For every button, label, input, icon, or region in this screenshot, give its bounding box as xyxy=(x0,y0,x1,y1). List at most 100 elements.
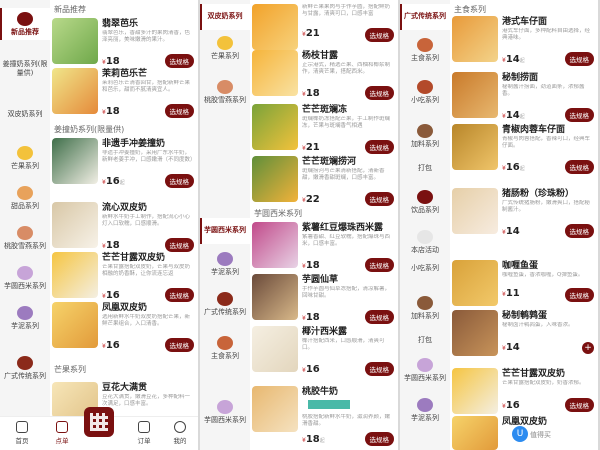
dessert-icon xyxy=(17,186,33,200)
category-item[interactable]: 芒果系列 xyxy=(200,36,250,61)
product-price: ¥14 xyxy=(502,226,520,237)
add-to-cart-button[interactable]: + xyxy=(582,342,594,354)
product-desc: 斑斓捞河与芒果清新搭配，清新香甜，嫩滑香甜斑斓，口感丰富。 xyxy=(302,168,385,181)
choose-spec-button[interactable]: 选规格 xyxy=(564,288,594,302)
choose-spec-button[interactable]: 选规格 xyxy=(564,52,594,66)
choose-spec-button[interactable]: 选规格 xyxy=(164,174,194,188)
tab-profile[interactable]: 我的 xyxy=(160,421,198,445)
category-item[interactable]: 姜撞奶系列(限量供) xyxy=(0,60,50,78)
product-item[interactable]: 桃胶牛奶 桃胶搭配新鲜水牛奶，滋润养颜，嫩滑香甜。 ¥18起 选规格 xyxy=(252,384,398,450)
category-item[interactable]: 主食系列 xyxy=(200,336,250,361)
tab-order[interactable]: 点单 xyxy=(42,421,82,445)
product-image xyxy=(52,202,98,248)
taro-ball-icon xyxy=(17,266,33,280)
category-item[interactable]: 芋圆西米系列 xyxy=(200,400,250,425)
category-item[interactable]: 广式传统系列 xyxy=(200,292,250,317)
product-name: 秘制鹌鹑蛋 xyxy=(502,311,548,321)
product-name: 凤凰双皮奶 xyxy=(502,417,548,427)
product-price: ¥18起 xyxy=(302,434,325,445)
product-desc: 非遗手冲姜撞奶，采用广东水牛奶，新鲜老姜手冲，口感嫩滑（不同度数） xyxy=(102,150,194,163)
choose-spec-button[interactable]: 选规格 xyxy=(364,192,394,206)
product-name: 桃胶牛奶 xyxy=(302,387,339,397)
product-image xyxy=(452,368,498,414)
category-item[interactable]: 广式传统系列 xyxy=(0,356,50,381)
product-desc: 秘制卤汁鹌鹑蛋，入味香浓。 xyxy=(502,322,574,328)
category-item[interactable]: 芋圆西米系列 xyxy=(0,266,50,291)
choose-spec-button[interactable]: 选规格 xyxy=(364,362,394,376)
category-item[interactable]: 加料系列 xyxy=(400,296,450,321)
product-name: 青椒肉蓉车仔面 xyxy=(502,125,566,135)
choose-spec-button[interactable]: 选规格 xyxy=(364,28,394,42)
product-image xyxy=(252,386,298,432)
category-item[interactable]: 双皮奶系列 xyxy=(0,110,50,119)
product-price: ¥21 xyxy=(302,142,320,153)
product-image xyxy=(452,16,498,62)
category-item[interactable]: 新品推荐 xyxy=(0,8,50,40)
choose-spec-button[interactable]: 选规格 xyxy=(364,432,394,446)
category-icon xyxy=(17,12,33,26)
product-price: ¥18 xyxy=(302,312,320,323)
product-desc: 翡翠芭乐，香甜多汁的果肉清香，色泽亮丽，美味嫩滑的果汁。 xyxy=(102,30,191,43)
section-title: 芋圆西米系列 xyxy=(254,209,302,218)
product-price: ¥14起 xyxy=(502,54,525,65)
product-image xyxy=(52,138,98,184)
choose-spec-button[interactable]: 选规格 xyxy=(364,140,394,154)
category-item[interactable]: 打包 xyxy=(400,336,450,345)
category-item[interactable]: 打包 xyxy=(400,164,450,173)
product-image xyxy=(452,310,498,356)
product-name: 芒芒甘露双皮奶 xyxy=(102,253,166,263)
section-title: 姜撞奶系列(限量供) xyxy=(54,125,125,134)
topping-icon xyxy=(417,296,433,310)
scan-qr-button[interactable] xyxy=(84,407,114,437)
choose-spec-button[interactable]: 选规格 xyxy=(164,104,194,118)
product-desc: 豆花大满贯，嫩滑豆花，多种配料一次满足，口感丰富。 xyxy=(102,394,191,407)
category-item[interactable]: 芋圆西米系列 xyxy=(400,358,450,383)
tab-orders[interactable]: 订单 xyxy=(124,421,164,445)
product-price: ¥21 xyxy=(302,28,320,39)
drink-icon xyxy=(417,190,433,204)
tab-home[interactable]: 首页 xyxy=(2,421,42,445)
receipt-icon xyxy=(138,421,150,433)
category-item[interactable]: 桃胶雪燕系列 xyxy=(0,226,50,251)
product-item[interactable]: 猪肠粉（珍珠粉） 广式传统猪肠粉，嫩滑爽口，搭配秘制酱汁。 ¥14 选规格 xyxy=(452,186,598,264)
choose-spec-button[interactable]: 选规格 xyxy=(364,86,394,100)
product-price: ¥18 xyxy=(302,260,320,271)
category-item[interactable]: 芋泥系列 xyxy=(0,306,50,331)
traditional-icon xyxy=(217,292,233,306)
product-image xyxy=(252,50,298,96)
product-desc: 斑斓椰奶冻搭配芒果，手工制作斑斓冻，芒果与斑斓香气相遇 xyxy=(302,116,391,129)
product-name: 茉莉芭乐芒 xyxy=(102,69,148,79)
product-name: 港式车仔面 xyxy=(502,17,548,27)
choose-spec-button[interactable]: 选规格 xyxy=(564,108,594,122)
category-item[interactable]: 加料系列 xyxy=(400,124,450,149)
product-item[interactable]: 豆花大满贯 豆花大满贯，嫩滑豆花，多种配料一次满足，口感丰富。 xyxy=(52,380,198,420)
category-item[interactable]: 芋泥系列 xyxy=(200,252,250,277)
choose-spec-button[interactable]: 选规格 xyxy=(564,398,594,412)
product-price: ¥16起 xyxy=(502,162,525,173)
category-item[interactable]: 芋圆西米系列 xyxy=(200,218,250,244)
category-item[interactable]: 双皮奶系列 xyxy=(200,4,250,30)
product-name: 椰汁西米露 xyxy=(302,327,348,337)
category-item[interactable]: 小吃系列 xyxy=(400,80,450,105)
choose-spec-button[interactable]: 选规格 xyxy=(564,224,594,238)
choose-spec-button[interactable]: 选规格 xyxy=(564,160,594,174)
category-item[interactable]: 饮品系列 xyxy=(400,190,450,215)
product-name: 芒芒斑斓冻 xyxy=(302,105,348,115)
product-image xyxy=(252,104,298,150)
category-item[interactable]: 芒果系列 xyxy=(0,146,50,171)
product-desc: 新鲜水牛奶手工制作，搭配流心小心灯入口软糯，口感顺滑。 xyxy=(102,214,191,227)
mango-icon xyxy=(217,36,233,50)
category-item[interactable]: 桃胶雪燕系列 xyxy=(200,80,250,105)
category-item[interactable]: 主食系列 xyxy=(400,38,450,63)
category-item[interactable]: 甜品系列 xyxy=(0,186,50,211)
category-item[interactable]: 本店活动 xyxy=(400,230,450,255)
choose-spec-button[interactable]: 选规格 xyxy=(364,258,394,272)
category-item[interactable]: 广式传统系列 xyxy=(400,4,450,30)
product-image xyxy=(452,260,498,306)
choose-spec-button[interactable]: 选规格 xyxy=(164,338,194,352)
product-price: ¥11 xyxy=(502,288,520,299)
choose-spec-button[interactable]: 选规格 xyxy=(364,310,394,324)
category-item[interactable]: 芋泥系列 xyxy=(400,398,450,423)
category-item[interactable]: 小吃系列 xyxy=(400,264,450,273)
product-image xyxy=(452,72,498,118)
